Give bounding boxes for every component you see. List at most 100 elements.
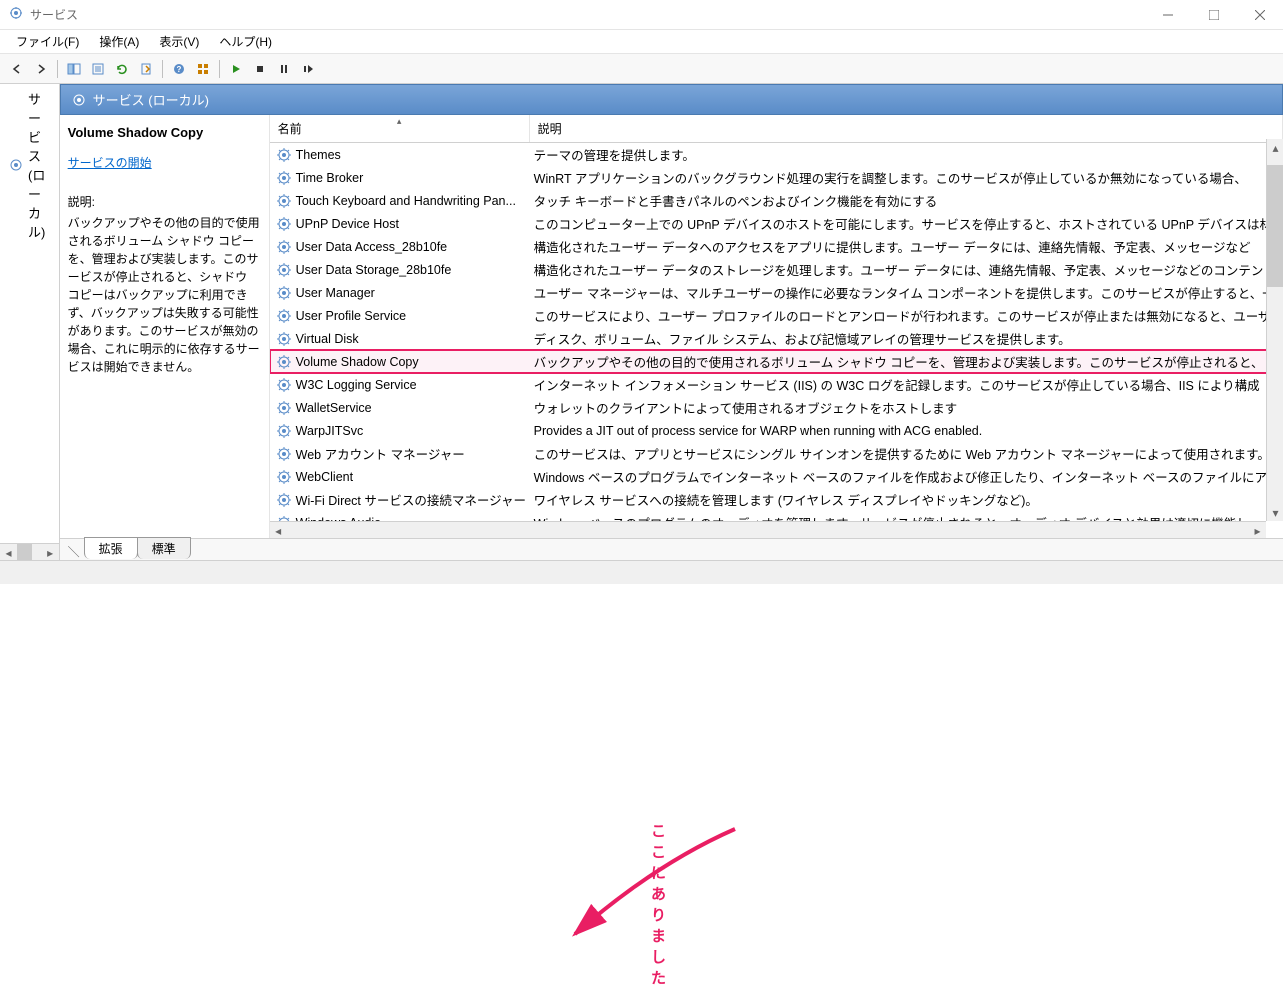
service-name-cell: Virtual Disk — [270, 331, 530, 347]
scroll-right-icon[interactable]: ▸ — [1249, 522, 1266, 538]
content-body: Volume Shadow Copy サービスの開始 説明: バックアップやその… — [60, 115, 1283, 538]
gear-icon — [276, 354, 292, 370]
service-row[interactable]: Touch Keyboard and Handwriting Pan...タッチ… — [270, 189, 1283, 212]
minimize-button[interactable] — [1145, 0, 1191, 30]
window-controls — [1145, 0, 1283, 30]
scroll-track[interactable] — [1267, 156, 1283, 504]
gear-icon — [276, 492, 292, 508]
gear-icon — [276, 469, 292, 485]
service-name-cell: Wi-Fi Direct サービスの接続マネージャー サ... — [270, 490, 530, 509]
service-name-label: Volume Shadow Copy — [296, 355, 419, 369]
menu-action[interactable]: 操作(A) — [89, 30, 149, 53]
vertical-scrollbar[interactable]: ▴ ▾ — [1266, 139, 1283, 521]
app-icon — [8, 5, 24, 24]
refresh-button[interactable] — [111, 58, 133, 80]
service-name-label: WebClient — [296, 470, 353, 484]
service-row[interactable]: Time BrokerWinRT アプリケーションのバックグラウンド処理の実行を… — [270, 166, 1283, 189]
tab-standard[interactable]: 標準 — [137, 537, 191, 559]
service-name-label: Themes — [296, 148, 341, 162]
scroll-left-icon[interactable]: ◂ — [270, 522, 287, 538]
service-name-cell: User Profile Service — [270, 308, 530, 324]
content-header: サービス (ローカル) — [60, 84, 1283, 115]
service-name-label: W3C Logging Service — [296, 378, 417, 392]
service-row[interactable]: User Manager ユーザー マネージャーは、マルチユーザーの操作に必要なラ… — [270, 281, 1283, 304]
column-header-name[interactable]: 名前 ▴ — [270, 115, 530, 142]
start-service-button[interactable] — [225, 58, 247, 80]
column-header-description[interactable]: 説明 — [530, 115, 1283, 142]
service-row[interactable]: WebClient Windows ベースのプログラムでインターネット ベースのフ… — [270, 465, 1283, 488]
scroll-left-icon[interactable]: ◂ — [0, 544, 17, 561]
list-header: 名前 ▴ 説明 — [270, 115, 1283, 143]
gear-icon — [276, 331, 292, 347]
properties-button[interactable] — [87, 58, 109, 80]
scroll-down-icon[interactable]: ▾ — [1267, 504, 1283, 521]
restart-service-button[interactable] — [297, 58, 319, 80]
column-header-name-label: 名前 — [278, 120, 302, 137]
tabs-bar: ＼ 拡張 標準 — [60, 538, 1283, 560]
status-bar — [0, 560, 1283, 584]
svg-text:?: ? — [177, 65, 182, 74]
menu-file[interactable]: ファイル(F) — [6, 30, 89, 53]
toolbar-separator — [57, 60, 58, 78]
service-name-cell: WalletService — [270, 400, 530, 416]
back-button[interactable] — [6, 58, 28, 80]
grid-button[interactable] — [192, 58, 214, 80]
list-body: Themes テーマの管理を提供します。 Time BrokerWinRT アプリケ… — [270, 143, 1283, 538]
detail-service-name: Volume Shadow Copy — [68, 125, 261, 140]
toolbar-separator — [162, 60, 163, 78]
menubar: ファイル(F) 操作(A) 表示(V) ヘルプ(H) — [0, 30, 1283, 54]
stop-service-button[interactable] — [249, 58, 271, 80]
horizontal-scrollbar[interactable]: ◂ ▸ — [270, 521, 1266, 538]
detail-pane: Volume Shadow Copy サービスの開始 説明: バックアップやその… — [60, 115, 270, 538]
scroll-track[interactable] — [287, 522, 1249, 538]
service-description-cell: Windows ベースのプログラムでインターネット ベースのファイルを作成および… — [530, 467, 1283, 486]
service-row[interactable]: User Data Access_28b10fe構造化されたユーザー データへの… — [270, 235, 1283, 258]
gear-icon — [276, 446, 292, 462]
service-description-cell: タッチ キーボードと手書きパネルのペンおよびインク機能を有効にする — [530, 191, 1283, 210]
service-description-cell: このコンピューター上での UPnP デバイスのホストを可能にします。サービスを停… — [530, 214, 1283, 233]
scroll-right-icon[interactable]: ▸ — [42, 544, 59, 561]
scroll-thumb[interactable] — [17, 544, 32, 560]
pause-service-button[interactable] — [273, 58, 295, 80]
horizontal-scrollbar[interactable]: ◂ ▸ — [0, 543, 59, 560]
service-description-cell: ユーザー マネージャーは、マルチユーザーの操作に必要なランタイム コンポーネント… — [530, 283, 1283, 302]
show-hide-tree-button[interactable] — [63, 58, 85, 80]
service-row[interactable]: W3C Logging Serviceインターネット インフォメーション サービ… — [270, 373, 1283, 396]
tree-node-services-local[interactable]: サービス (ローカル) — [0, 84, 59, 246]
forward-button[interactable] — [30, 58, 52, 80]
menu-view[interactable]: 表示(V) — [149, 30, 209, 53]
service-description-cell: WinRT アプリケーションのバックグラウンド処理の実行を調整します。このサービ… — [530, 168, 1283, 187]
service-row[interactable]: Virtual Diskディスク、ボリューム、ファイル システム、および記憶域ア… — [270, 327, 1283, 350]
service-row[interactable]: WarpJITSvcProvides a JIT out of process … — [270, 419, 1283, 442]
gear-icon — [276, 193, 292, 209]
service-row[interactable]: User Data Storage_28b10fe構造化されたユーザー データの… — [270, 258, 1283, 281]
tab-extended[interactable]: 拡張 — [84, 537, 138, 559]
service-name-cell: Volume Shadow Copy — [270, 354, 530, 370]
service-row[interactable]: User Profile Serviceこのサービスにより、ユーザー プロファイ… — [270, 304, 1283, 327]
service-row[interactable]: Wi-Fi Direct サービスの接続マネージャー サ...ワイヤレス サービ… — [270, 488, 1283, 511]
service-row[interactable]: UPnP Device Hostこのコンピューター上での UPnP デバイスのホ… — [270, 212, 1283, 235]
service-name-cell: UPnP Device Host — [270, 216, 530, 232]
close-button[interactable] — [1237, 0, 1283, 30]
service-description-cell: テーマの管理を提供します。 — [530, 145, 1283, 164]
service-name-cell: W3C Logging Service — [270, 377, 530, 393]
content-pane: サービス (ローカル) Volume Shadow Copy サービスの開始 説… — [60, 84, 1283, 560]
start-service-link[interactable]: サービスの開始 — [68, 156, 152, 170]
window-title: サービス — [30, 6, 78, 23]
service-name-label: User Manager — [296, 286, 375, 300]
maximize-button[interactable] — [1191, 0, 1237, 30]
service-row[interactable]: WalletServiceウォレットのクライアントによって使用されるオブジェクト… — [270, 396, 1283, 419]
tree-pane: サービス (ローカル) ◂ ▸ — [0, 84, 60, 560]
service-row[interactable]: Volume Shadow Copyバックアップやその他の目的で使用されるボリュ… — [270, 350, 1283, 373]
scroll-track[interactable] — [17, 544, 42, 560]
menu-help[interactable]: ヘルプ(H) — [209, 30, 282, 53]
service-row[interactable]: Web アカウント マネージャーこのサービスは、アプリとサービスにシングル サイ… — [270, 442, 1283, 465]
service-row[interactable]: Themes テーマの管理を提供します。 — [270, 143, 1283, 166]
scroll-up-icon[interactable]: ▴ — [1267, 139, 1283, 156]
service-name-label: WalletService — [296, 401, 372, 415]
export-button[interactable] — [135, 58, 157, 80]
service-name-cell: User Data Storage_28b10fe — [270, 262, 530, 278]
gear-icon — [276, 147, 292, 163]
help-button[interactable]: ? — [168, 58, 190, 80]
scroll-thumb[interactable] — [1267, 165, 1283, 287]
